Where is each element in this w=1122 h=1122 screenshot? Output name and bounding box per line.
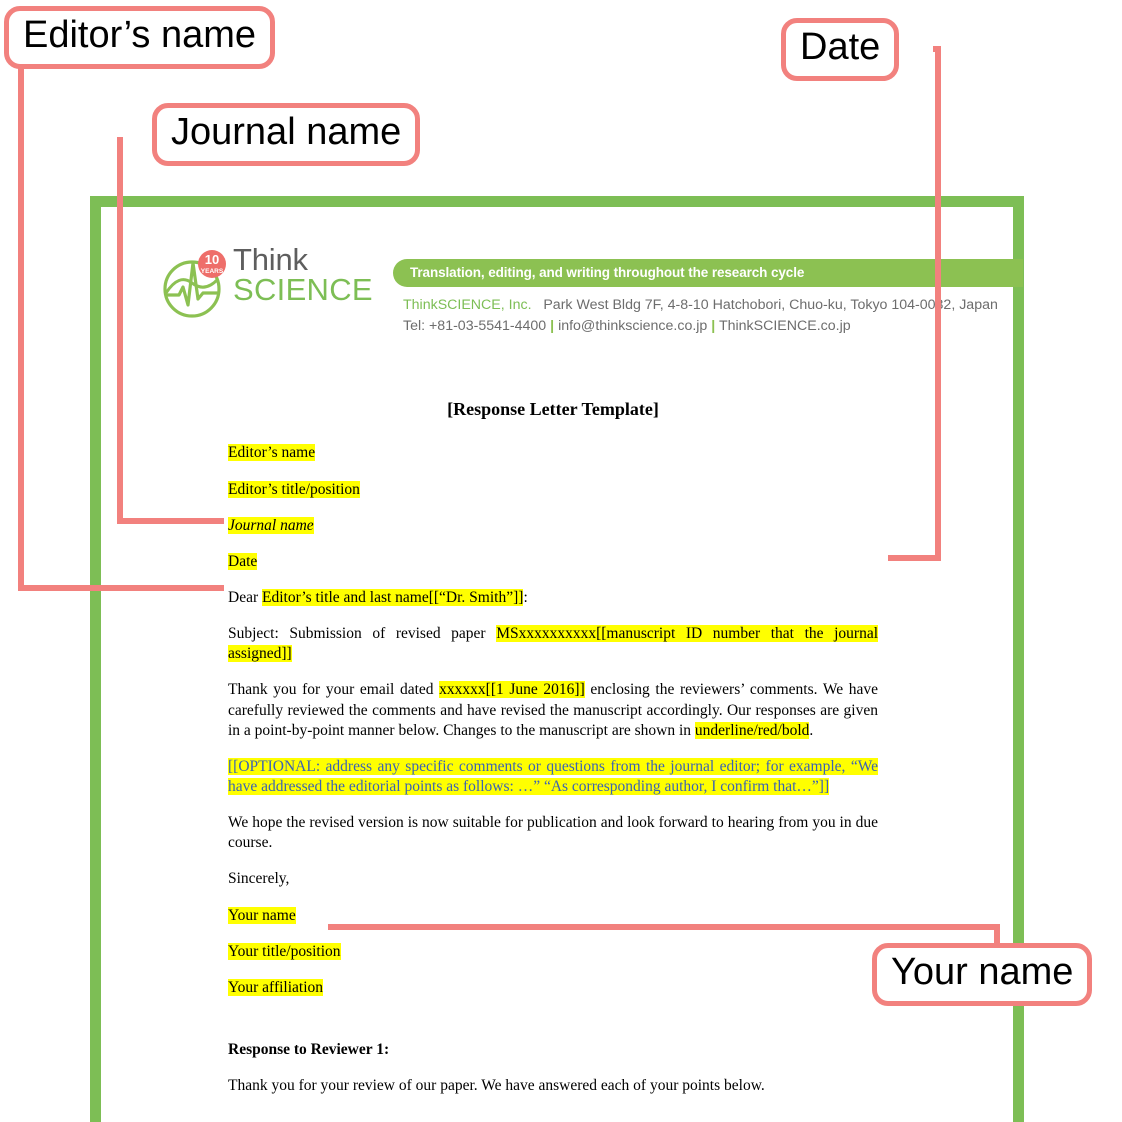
letterhead: 10 YEARS Think SCIENCE Translation, edit… [101, 207, 1023, 357]
para1-text-c: . [809, 721, 814, 739]
journal-name-line: Journal name [228, 516, 878, 536]
document-frame-left-border [90, 196, 101, 1122]
editor-name-line: Editor’s name [228, 443, 878, 463]
editor-title-line: Editor’s title/position [228, 480, 878, 500]
contact-info: ThinkSCIENCE, Inc. Park West Bldg 7F, 4-… [403, 295, 998, 336]
salutation-line: Dear Editor’s title and last name[[“Dr. … [228, 588, 878, 608]
field-your-name: Your name [228, 906, 296, 924]
reviewer-intro-paragraph: Thank you for your review of our paper. … [228, 1077, 765, 1095]
contact-address-line: ThinkSCIENCE, Inc. Park West Bldg 7F, 4-… [403, 295, 998, 316]
thinkscience-logo: 10 YEARS Think SCIENCE [159, 242, 374, 327]
field-change-marking: underline/red/bold [694, 721, 810, 739]
field-your-title: Your title/position [228, 942, 341, 960]
contact-tel-line: Tel: +81-03-5541-4400 | info@thinkscienc… [403, 316, 998, 337]
logo-badge-label: YEARS [201, 268, 224, 275]
wordmark-science: SCIENCE [233, 272, 373, 308]
connector-editor-name-vertical [18, 64, 24, 588]
thinkscience-ecg-circle-icon: 10 YEARS [159, 249, 231, 321]
sincerely-line: Sincerely, [228, 870, 290, 888]
callout-editor-name: Editor’s name [4, 6, 276, 69]
callout-journal-name: Journal name [152, 103, 421, 166]
logo-badge-number: 10 [205, 252, 219, 267]
salutation-prefix: Dear [228, 588, 262, 606]
annotated-letter-template-screenshot: 10 YEARS Think SCIENCE Translation, edit… [0, 0, 1122, 1122]
reviewer-heading: Response to Reviewer 1: [228, 1040, 390, 1058]
connector-journal-name-vertical [117, 137, 123, 522]
field-date: Date [228, 552, 258, 570]
connector-date-vertical [935, 46, 941, 561]
thinkscience-wordmark: Think SCIENCE [233, 242, 373, 308]
document-frame-top-border [90, 196, 1024, 207]
field-journal-name: Journal name [228, 516, 314, 534]
date-line: Date [228, 552, 878, 572]
para1-text-a: Thank you for your email dated [228, 681, 440, 699]
field-editor-name: Editor’s name [228, 444, 316, 462]
salutation-suffix: : [523, 588, 528, 606]
paragraph-thank-you: Thank you for your email dated xxxxxx[[1… [228, 680, 878, 740]
paragraph-optional: [[OPTIONAL: address any specific comment… [228, 757, 878, 797]
company-email[interactable]: info@thinkscience.co.jp [558, 318, 707, 334]
subject-line: Subject: Submission of revised paper MSx… [228, 624, 879, 664]
connector-your-name-horizontal [328, 924, 1000, 930]
field-optional-note: [[OPTIONAL: address any specific comment… [228, 757, 878, 795]
field-your-affiliation: Your affiliation [228, 978, 324, 996]
subject-prefix: Subject: Submission of revised paper [228, 625, 497, 643]
tagline-banner: Translation, editing, and writing throug… [393, 259, 1023, 287]
separator-pipe-2: | [711, 317, 716, 334]
company-tel: Tel: +81-03-5541-4400 [403, 317, 547, 334]
letter-title: [Response Letter Template] [447, 399, 659, 419]
field-editor-title: Editor’s title/position [228, 480, 360, 498]
company-name: ThinkSCIENCE, Inc. [403, 297, 532, 313]
connector-date-horizontal-bottom [888, 555, 941, 561]
your-name-line: Your name [228, 906, 878, 926]
field-email-date: xxxxxx[[1 June 2016]] [439, 681, 585, 699]
company-website[interactable]: ThinkSCIENCE.co.jp [719, 318, 851, 334]
company-address: Park West Bldg 7F, 4-8-10 Hatchobori, Ch… [543, 297, 998, 313]
letter-body: [Response Letter Template] Editor’s name… [228, 398, 879, 1112]
connector-journal-name-horizontal [117, 518, 224, 524]
your-title-line: Your title/position [228, 942, 878, 962]
separator-pipe-1: | [550, 317, 555, 334]
callout-your-name: Your name [872, 943, 1093, 1006]
paragraph-closing: We hope the revised version is now suita… [228, 814, 878, 852]
connector-editor-name-horizontal [18, 585, 224, 591]
callout-date: Date [781, 18, 900, 81]
field-salutation: Editor’s title and last name[[“Dr. Smith… [262, 588, 524, 606]
wordmark-think: Think [233, 242, 308, 277]
your-affiliation-line: Your affiliation [228, 978, 878, 998]
